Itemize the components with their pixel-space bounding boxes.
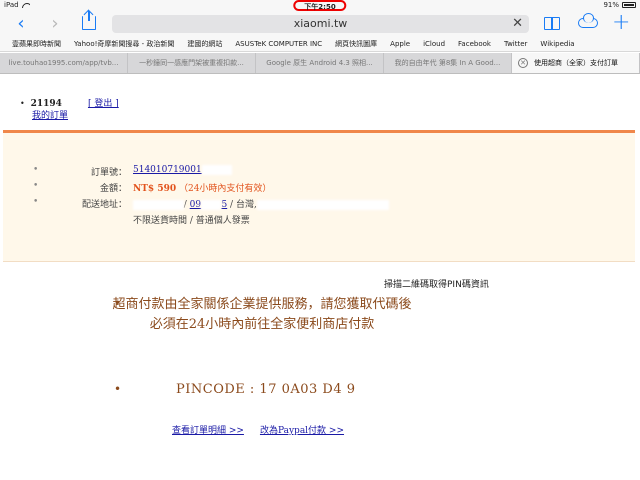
- tab[interactable]: live.touhao1995.com/app/tvb...: [0, 53, 128, 73]
- forward-button[interactable]: ›: [46, 14, 64, 34]
- tab[interactable]: 一秒鐘同一感應門架被重複扣款...: [128, 53, 256, 73]
- cloud-icon[interactable]: [578, 13, 598, 28]
- amount-row: • 金額： NT$ 590 （24小時內支付有效）: [33, 181, 272, 194]
- action-links: 查看訂單明細 >> 改為Paypal付款 >>: [172, 423, 344, 436]
- address-label: 配送地址：: [81, 200, 127, 210]
- back-button[interactable]: ‹: [12, 14, 30, 34]
- order-number[interactable]: 514010719001: [133, 165, 202, 175]
- close-icon[interactable]: ✕: [518, 58, 528, 68]
- bookmark-item[interactable]: 網頁快訊圖庫: [335, 39, 377, 49]
- page-content: • 21194 xxxx [ 登出 ] 我的訂單 • 訂單號： 51401071…: [0, 75, 640, 480]
- order-summary: • 訂單號： 514010719001xxxxxx • 金額： NT$ 590 …: [3, 130, 635, 262]
- close-icon[interactable]: ✕: [512, 15, 523, 33]
- amount-label: 金額：: [99, 184, 127, 194]
- tab[interactable]: 我的自由年代 第8集 In A Good...: [384, 53, 512, 73]
- status-time: 下午2:50: [293, 0, 347, 11]
- order-number-label: 訂單號：: [90, 168, 127, 178]
- payment-notice: 超商付款由全家關係企業提供服務，請您獲取代碼後必須在24小時內前往全家便利商店付…: [112, 297, 412, 332]
- battery-percent: 91%: [603, 1, 619, 9]
- bookmark-item[interactable]: Yahoo!奇摩新聞搜尋 - 政治新聞: [74, 39, 174, 49]
- delivery-note: 不限送貨時間 / 普通個人發票: [133, 216, 250, 226]
- bookmark-item[interactable]: 壹蘋果即時新聞: [12, 39, 61, 49]
- my-orders-link[interactable]: 我的訂單: [32, 111, 68, 121]
- order-number-row: • 訂單號： 514010719001xxxxxx: [33, 165, 433, 181]
- address-row: • 配送地址： xxxxxxxxxx/ 09xxxx5 / 台灣,xxxxxxx…: [33, 197, 433, 213]
- bookmark-item[interactable]: Wikipedia: [540, 40, 574, 48]
- tab[interactable]: Google 原生 Android 4.3 照相...: [256, 53, 384, 73]
- bookmarks-bar: 壹蘋果即時新聞 Yahoo!奇摩新聞搜尋 - 政治新聞 建國的網站 ASUSTe…: [0, 36, 640, 52]
- logout-link[interactable]: [ 登出 ]: [88, 99, 119, 109]
- bookmark-item[interactable]: Facebook: [458, 40, 491, 48]
- battery-icon: [622, 2, 636, 8]
- wifi-icon: [22, 2, 30, 8]
- browser-toolbar: ‹ › xiaomi.tw ✕ +: [0, 11, 640, 36]
- scan-title: 掃描二維碼取得PIN碼資訊: [384, 280, 489, 290]
- bookmark-item[interactable]: 建國的網站: [187, 39, 222, 49]
- bookmark-item[interactable]: ASUSTeK COMPUTER INC: [235, 40, 322, 48]
- tab-active[interactable]: ✕ 使用超商（全家）支付訂單: [512, 53, 640, 73]
- plus-icon[interactable]: +: [612, 12, 630, 34]
- amount-note: （24小時內支付有效）: [178, 184, 272, 194]
- tabs-bar: live.touhao1995.com/app/tvb... 一秒鐘同一感應門架…: [0, 53, 640, 74]
- amount-value: NT$ 590: [133, 184, 177, 194]
- bookmark-item[interactable]: Apple: [390, 40, 410, 48]
- bookmark-item[interactable]: Twitter: [504, 40, 527, 48]
- share-icon[interactable]: [82, 11, 96, 30]
- view-order-link[interactable]: 查看訂單明細 >>: [172, 423, 244, 436]
- address-region: / 台灣,: [230, 200, 257, 210]
- status-bar: iPad 下午2:50 91%: [0, 0, 640, 12]
- bookmark-item[interactable]: iCloud: [423, 40, 445, 48]
- chevron-left-icon: ‹: [17, 13, 25, 34]
- chevron-right-icon: ›: [51, 13, 59, 34]
- book-icon[interactable]: [544, 17, 560, 30]
- device-label: iPad: [4, 1, 19, 9]
- paypal-link[interactable]: 改為Paypal付款 >>: [260, 423, 344, 436]
- address-bar[interactable]: xiaomi.tw ✕: [112, 15, 529, 33]
- address-phone[interactable]: 09: [190, 200, 201, 210]
- pincode: PINCODE : 17 0A03 D4 9: [176, 382, 356, 397]
- tab-label: 使用超商（全家）支付訂單: [534, 59, 618, 67]
- url-text: xiaomi.tw: [293, 17, 348, 30]
